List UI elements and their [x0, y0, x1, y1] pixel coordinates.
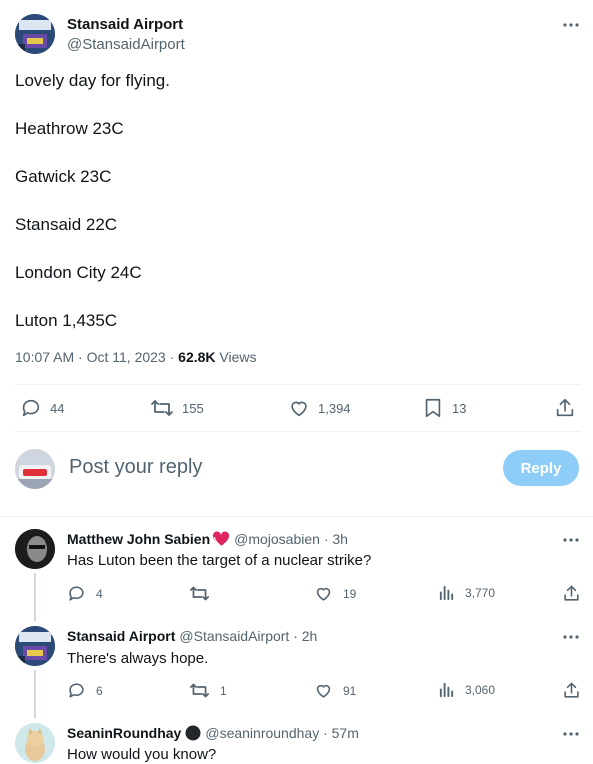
reply-button[interactable]: Reply — [503, 450, 579, 486]
tweet-text-line: Lovely day for flying. — [15, 71, 170, 90]
reply-icon — [20, 397, 42, 419]
bookmark-icon — [422, 397, 444, 419]
share-icon[interactable] — [562, 584, 581, 603]
reply-author-name[interactable]: SeaninRoundhay — [67, 725, 181, 741]
reply-input[interactable]: Post your reply — [69, 456, 202, 479]
reply-avatar[interactable] — [15, 723, 55, 763]
bookmark-action[interactable]: 13 — [422, 397, 466, 419]
heart-icon — [314, 681, 333, 700]
like-action[interactable]: 1,394 — [288, 397, 351, 419]
reply-avatar[interactable] — [15, 529, 55, 569]
views-action[interactable]: 3,060 — [438, 681, 495, 698]
divider — [15, 384, 581, 385]
views-count: 62.8K — [178, 349, 216, 365]
user-avatar[interactable] — [15, 449, 55, 489]
reply-icon — [67, 681, 86, 700]
bookmark-count: 13 — [452, 400, 467, 416]
retweet-count: 1 — [220, 683, 227, 698]
retweet-action[interactable]: 155 — [150, 397, 204, 419]
like-action[interactable]: 91 — [314, 681, 356, 700]
reply-author-name[interactable]: Matthew John Sabien — [67, 531, 210, 547]
reply-avatar[interactable] — [15, 626, 55, 666]
views-icon — [438, 681, 455, 698]
reply-author-name[interactable]: Stansaid Airport — [67, 628, 175, 644]
reply-count: 6 — [96, 683, 103, 698]
tweet-text-line: Gatwick 23C — [15, 167, 112, 186]
reply-count: 4 — [96, 586, 103, 601]
like-count: 19 — [343, 586, 357, 601]
tweet-meta: 10:07 AM · Oct 11, 2023 · 62.8K Views — [15, 349, 257, 365]
more-icon[interactable] — [562, 628, 580, 646]
views-count: 3,060 — [465, 682, 496, 697]
black-circle-icon — [185, 725, 201, 741]
reply-text: Has Luton been the target of a nuclear s… — [67, 552, 372, 569]
thread-line — [34, 670, 36, 718]
views-label: Views — [215, 349, 257, 365]
reply-header: SeaninRoundhay @seaninroundhay · 57m — [67, 725, 359, 741]
heart-icon — [314, 584, 333, 603]
share-icon[interactable] — [554, 397, 576, 419]
reply-text: There's always hope. — [67, 650, 209, 667]
retweet-icon — [189, 681, 210, 700]
more-icon[interactable] — [562, 725, 580, 743]
share-icon[interactable] — [562, 681, 581, 700]
reply-text: How would you know? — [67, 746, 217, 763]
retweet-action[interactable]: 1 — [189, 681, 227, 700]
tweet-text-line: Luton 1,435C — [15, 311, 118, 330]
reply-header: Stansaid Airport @StansaidAirport · 2h — [67, 628, 317, 644]
divider — [15, 431, 581, 432]
like-count: 91 — [343, 683, 357, 698]
author-avatar[interactable] — [15, 14, 55, 54]
retweet-icon — [150, 397, 174, 419]
tweet-timestamp[interactable]: 10:07 AM · Oct 11, 2023 · — [15, 349, 178, 365]
reply-author-handle[interactable]: @StansaidAirport · 2h — [179, 628, 317, 644]
tweet-text-line: Stansaid 22C — [15, 215, 118, 234]
like-count: 1,394 — [318, 400, 351, 416]
views-action[interactable]: 3,770 — [438, 584, 495, 601]
retweet-count: 155 — [182, 400, 204, 416]
author-name[interactable]: Stansaid Airport — [67, 16, 183, 33]
tweet-text-line: Heathrow 23C — [15, 119, 124, 138]
views-icon — [438, 584, 455, 601]
retweet-action[interactable] — [189, 584, 220, 603]
reply-author-handle[interactable]: @mojosabien · 3h — [234, 531, 348, 547]
thread-line — [34, 573, 36, 621]
reply-author-handle[interactable]: @seaninroundhay · 57m — [205, 725, 359, 741]
reply-action[interactable]: 44 — [20, 397, 64, 419]
reply-action[interactable]: 4 — [67, 584, 103, 603]
more-icon[interactable] — [562, 16, 580, 34]
retweet-icon — [189, 584, 210, 603]
more-icon[interactable] — [562, 531, 580, 549]
views-count: 3,770 — [465, 585, 496, 600]
heart-emoji-icon — [212, 531, 230, 547]
author-handle[interactable]: @StansaidAirport — [67, 36, 185, 53]
reply-icon — [67, 584, 86, 603]
reply-count: 44 — [50, 400, 65, 416]
like-action[interactable]: 19 — [314, 584, 356, 603]
reply-action[interactable]: 6 — [67, 681, 103, 700]
heart-icon — [288, 397, 310, 419]
reply-header: Matthew John Sabien @mojosabien · 3h — [67, 531, 348, 547]
tweet-text-line: London City 24C — [15, 263, 142, 282]
divider — [0, 516, 593, 517]
